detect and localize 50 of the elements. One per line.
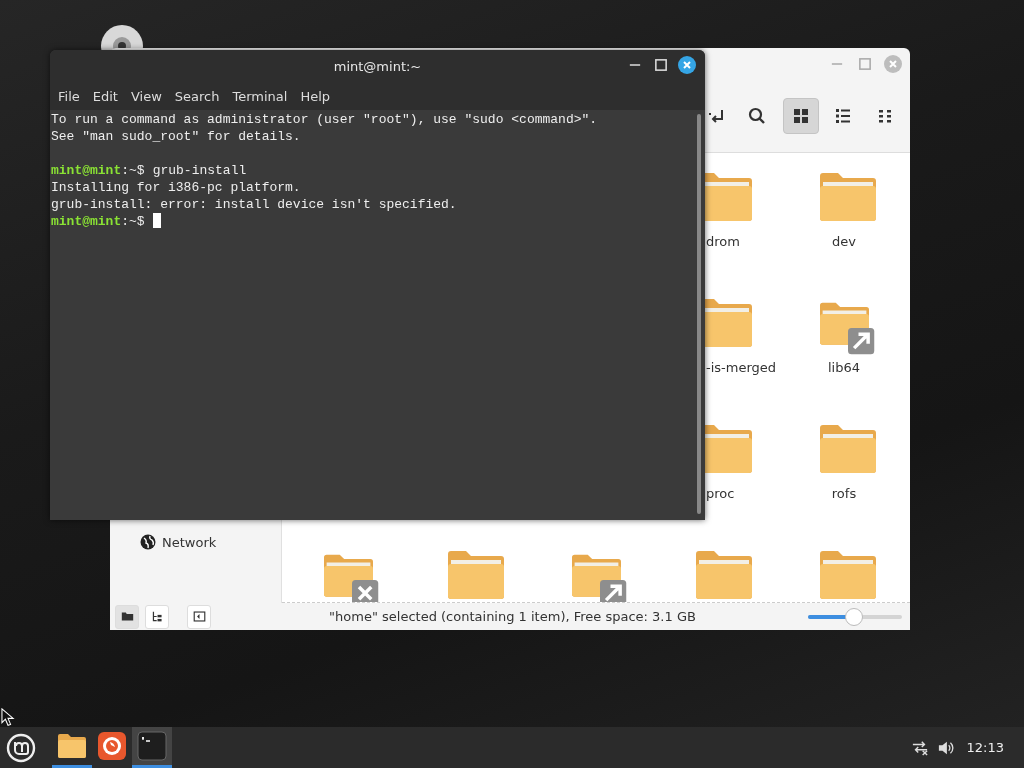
browser-icon	[97, 731, 127, 761]
terminal-output: Installing for i386-pc platform.	[51, 180, 301, 195]
file-name[interactable]: rofs	[831, 486, 857, 501]
menu-item[interactable]: Edit	[87, 88, 126, 104]
file-name[interactable]: drom	[706, 234, 740, 249]
file-name[interactable]: -is-merged	[706, 360, 777, 375]
terminal-output: grub-install: error: install device isn't specified.	[51, 197, 457, 212]
terminal-output: To run a command as administrator (user "root"), use "sudo <command>".	[51, 112, 598, 127]
globe-icon	[140, 534, 156, 550]
menu-item[interactable]: Search	[169, 88, 228, 104]
command-text: grub-install	[152, 163, 247, 178]
menu-item[interactable]: File	[53, 88, 88, 104]
status-text: "home" selected (containing 1 item), Free space: 3.1 GB	[328, 609, 697, 624]
folder-icon	[57, 731, 87, 761]
terminal-launcher-button[interactable]	[132, 727, 172, 768]
prompt-path: :~$	[121, 214, 145, 229]
mouse-pointer-icon	[0, 708, 16, 727]
grid-view-button[interactable]	[783, 98, 819, 134]
list-icon	[834, 107, 852, 125]
network-disconnected-icon[interactable]	[910, 739, 929, 756]
compact-list-icon	[876, 107, 894, 125]
sidebar-icon	[192, 610, 206, 623]
menu-item[interactable]: View	[125, 88, 170, 104]
prompt-path: :~$	[121, 163, 145, 178]
maximize-icon[interactable]	[652, 56, 670, 74]
file-name[interactable]: dev	[832, 234, 856, 249]
file-name[interactable]: proc	[706, 486, 735, 501]
tree-icon	[150, 610, 164, 623]
grid-icon	[792, 107, 810, 125]
zoom-slider[interactable]	[808, 607, 902, 626]
prompt-user: mint@mint	[51, 163, 122, 178]
search-icon[interactable]	[748, 107, 766, 125]
close-icon[interactable]	[678, 56, 696, 74]
menu-logo-icon[interactable]	[6, 732, 36, 763]
menu-item[interactable]: Help	[295, 88, 339, 104]
clock[interactable]: 12:13	[966, 740, 1004, 755]
return-arrow-icon[interactable]	[708, 107, 726, 125]
menu-item[interactable]: Terminal	[227, 88, 296, 104]
file-name[interactable]: lib64	[828, 360, 860, 375]
tree-button[interactable]	[145, 604, 169, 629]
sidebar-item[interactable]: Network	[110, 532, 281, 552]
scrollbar[interactable]	[697, 114, 701, 514]
window-title: mint@mint:~	[333, 58, 422, 74]
terminal-icon	[137, 731, 167, 761]
prompt-user: mint@mint	[51, 214, 122, 229]
volume-icon[interactable]	[936, 739, 955, 756]
places-button[interactable]	[115, 604, 139, 629]
terminal-output: See "man sudo_root" for details.	[51, 129, 301, 144]
sidebar-toggle-button[interactable]	[187, 604, 211, 629]
folder-icon	[120, 610, 134, 623]
